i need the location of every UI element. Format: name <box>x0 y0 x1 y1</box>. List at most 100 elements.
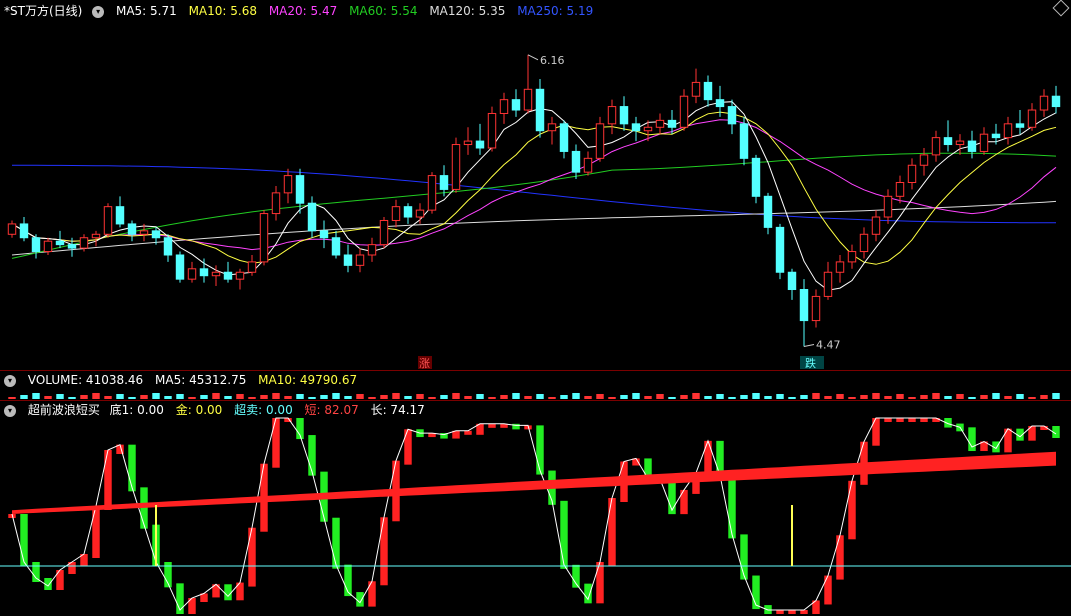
candle-up <box>271 192 281 215</box>
volume-bar <box>980 395 988 399</box>
candle-down <box>619 106 629 125</box>
candle-down <box>775 226 785 273</box>
candle-up <box>883 195 893 218</box>
volume-bar <box>488 397 496 399</box>
volume-bar <box>896 394 904 399</box>
volume-bar <box>464 396 472 399</box>
volume-bar <box>320 395 328 399</box>
volume-bar <box>392 393 400 399</box>
volume-bar <box>92 393 100 399</box>
volume-bar <box>656 394 664 399</box>
candle-up <box>907 164 917 184</box>
indicator-bar-up <box>884 418 892 422</box>
indicator-bar-up <box>608 498 616 566</box>
candle-up <box>931 137 941 156</box>
indicator-bar-up <box>104 450 112 510</box>
candle-up <box>691 81 701 97</box>
volume-bar <box>32 393 40 399</box>
candle-down <box>799 289 809 322</box>
indicator-bar-up <box>848 480 856 540</box>
candle-down <box>991 133 1001 139</box>
indicator-bar-up <box>800 610 808 614</box>
volume-bar <box>644 396 652 399</box>
candle-up <box>895 182 905 197</box>
low-label: 4.47 <box>816 338 841 351</box>
indicator-bar-up <box>896 418 904 422</box>
volume-bar <box>752 393 760 399</box>
candle-up <box>955 140 965 146</box>
volume-bar <box>848 397 856 399</box>
candle-down <box>1051 95 1061 108</box>
candle-up <box>367 244 377 256</box>
volume-bar <box>524 396 532 399</box>
indicator-long-band <box>12 451 1056 514</box>
candle-up <box>379 219 389 246</box>
chart-canvas[interactable]: 6.16 4.47 涨 跌 <box>0 0 1071 616</box>
candle-up <box>847 251 857 263</box>
volume-bar <box>476 394 484 399</box>
candle-down <box>703 81 713 101</box>
indicator-bar-down <box>536 425 544 475</box>
candle-down <box>127 223 137 235</box>
candle-down <box>31 237 41 253</box>
volume-bar <box>380 395 388 399</box>
candle-up <box>979 133 989 152</box>
candle-up <box>655 119 665 128</box>
candle-down <box>715 99 725 108</box>
candle-up <box>187 268 197 280</box>
candle-up <box>427 175 437 211</box>
candle-down <box>199 268 209 277</box>
indicator-bar-up <box>248 527 256 587</box>
candle-up <box>91 233 101 239</box>
volume-bar <box>164 396 172 399</box>
candle-down <box>19 223 29 239</box>
candle-down <box>511 99 521 111</box>
candle-up <box>919 154 929 166</box>
candle-down <box>319 230 329 239</box>
volume-bar <box>296 394 304 399</box>
volume-bar <box>1028 397 1036 399</box>
candle-down <box>535 88 545 132</box>
candle-down <box>559 123 569 152</box>
candle-up <box>235 271 245 280</box>
volume-bar <box>884 396 892 399</box>
indicator-bar-down <box>332 517 340 569</box>
indicator-bar-down <box>560 500 568 569</box>
volume-bar <box>368 397 376 399</box>
volume-bar <box>128 397 136 399</box>
candle-down <box>223 271 233 280</box>
candle-up <box>679 95 689 128</box>
candle-down <box>55 240 65 246</box>
candle-down <box>475 140 485 149</box>
volume-bar <box>236 394 244 399</box>
indicator-bar-up <box>404 429 412 465</box>
volume-bar <box>260 395 268 399</box>
candle-up <box>1039 95 1049 111</box>
high-marker <box>527 54 539 61</box>
low-marker <box>803 343 815 347</box>
limit-down-tag: 跌 <box>805 356 816 370</box>
volume-bar <box>428 397 436 399</box>
volume-bar <box>116 394 124 399</box>
candle-down <box>751 157 761 197</box>
indicator-bar-up <box>836 535 844 580</box>
indicator-bar-up <box>380 517 388 586</box>
candle-down <box>787 271 797 291</box>
indicator-bar-down <box>20 514 28 566</box>
volume-bar <box>692 393 700 399</box>
candle-down <box>739 123 749 159</box>
volume-bar <box>344 396 352 399</box>
volume-bar <box>152 393 160 399</box>
candle-down <box>151 230 161 239</box>
volume-bar <box>584 396 592 399</box>
volume-bar <box>788 397 796 399</box>
volume-bar <box>824 396 832 399</box>
candle-down <box>571 150 581 173</box>
candle-up <box>607 106 617 125</box>
candle-up <box>103 206 113 235</box>
volume-bar <box>728 397 736 399</box>
candle-up <box>415 209 425 218</box>
indicator-bar-up <box>932 418 940 422</box>
volume-bar <box>176 394 184 399</box>
volume-bar <box>68 397 76 399</box>
